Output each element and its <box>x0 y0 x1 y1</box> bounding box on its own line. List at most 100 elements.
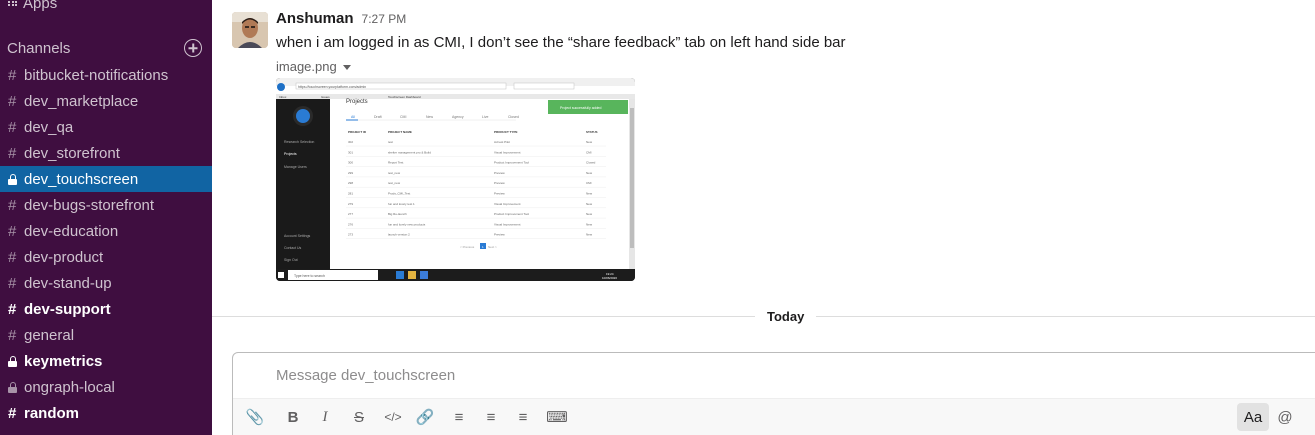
channel-name: keymetrics <box>24 352 103 370</box>
avatar[interactable] <box>232 12 268 48</box>
bold-icon[interactable]: B <box>279 403 307 431</box>
date-divider-label[interactable]: Today <box>755 306 817 327</box>
code-icon[interactable]: </> <box>379 403 407 431</box>
app-filter-tab: Draft <box>374 115 382 119</box>
app-table-cell: shelter management pro & Build <box>388 150 431 154</box>
avatar-image <box>232 12 268 48</box>
sidebar-item-random[interactable]: # random <box>0 400 212 426</box>
browser-tab-1: Inbox <box>279 95 287 99</box>
sidebar-item-dev_touchscreen[interactable]: dev_touchscreen <box>0 166 212 192</box>
channel-name: random <box>24 404 80 422</box>
app-table-column-header: PRODUCT TYPE <box>494 130 518 134</box>
add-channel-icon[interactable] <box>184 39 202 57</box>
mention-icon[interactable]: @ <box>1271 403 1299 431</box>
blockquote-icon[interactable]: ≡ <box>509 403 537 431</box>
hash-icon: # <box>8 92 17 110</box>
app-filter-tab: Live <box>482 115 488 119</box>
sidebar-item-keymetrics[interactable]: keymetrics <box>0 348 212 374</box>
lock-icon <box>8 355 24 367</box>
app-table-cell: Preview <box>494 233 506 237</box>
app-table-cell: Prods_CMI_Test <box>388 192 410 196</box>
sidebar-item-dev-stand-up[interactable]: # dev-stand-up <box>0 270 212 296</box>
channel-name: dev_storefront <box>24 144 120 162</box>
attachment-title[interactable]: image.png <box>276 59 1276 74</box>
sidebar-item-general[interactable]: # general <box>0 322 212 348</box>
windows-start-icon <box>278 272 284 278</box>
app-filter-tab: CMI <box>400 115 406 119</box>
sidebar-apps-link[interactable]: Apps <box>8 0 57 12</box>
browser-url: https://touchscreen.yourplatform.com/adm… <box>298 85 366 89</box>
channel-name: dev_marketplace <box>24 92 139 110</box>
app-table-cell: CMI <box>586 150 592 154</box>
sidebar-item-dev_qa[interactable]: # dev_qa <box>0 114 212 140</box>
apps-label: Apps <box>23 0 58 12</box>
browser-tab-3: Touchscreen Dashboard <box>388 95 421 99</box>
app-sidebar-item-1: Research Selection <box>284 140 314 144</box>
app-table-cell: New <box>586 192 593 196</box>
hash-icon: # <box>8 118 17 136</box>
app-table-cell: 276 <box>348 222 353 226</box>
italic-icon[interactable]: I <box>311 403 339 431</box>
hash-icon: # <box>8 144 17 162</box>
paperclip-icon[interactable]: 📎 <box>241 403 269 431</box>
app-table-cell: CMI <box>586 181 592 185</box>
attachment-image[interactable]: https://touchscreen.yourplatform.com/adm… <box>276 78 635 281</box>
hash-icon: # <box>8 66 17 84</box>
channel-name: ongraph-local <box>24 378 115 396</box>
lock-icon <box>8 381 24 393</box>
channel-name: dev_qa <box>24 118 74 136</box>
lock-icon <box>8 173 24 185</box>
channel-name: bitbucket-notifications <box>24 66 169 84</box>
app-toast: Project successfully added <box>560 106 601 110</box>
link-icon[interactable]: 🔗 <box>411 403 439 431</box>
channel-name: dev-support <box>24 300 111 318</box>
app-sidebar-bottom-3: Sign Out <box>284 258 298 262</box>
strikethrough-icon[interactable]: S <box>345 403 373 431</box>
message-author[interactable]: Anshuman <box>276 10 354 27</box>
app-pagination-prev: < Previous <box>460 245 475 249</box>
app-table-cell: 279 <box>348 202 353 206</box>
chevron-down-icon[interactable] <box>342 65 351 70</box>
explorer-icon <box>408 271 416 279</box>
app-table-cell: test_new <box>388 171 401 175</box>
message-timestamp[interactable]: 7:27 PM <box>362 12 407 26</box>
app-filter-tab: Agency <box>452 115 464 119</box>
channel-name: dev-product <box>24 248 104 266</box>
sidebar-item-dev_storefront[interactable]: # dev_storefront <box>0 140 212 166</box>
message-input[interactable] <box>276 367 1076 384</box>
sidebar-item-dev-education[interactable]: # dev-education <box>0 218 212 244</box>
taskbar-search: Type here to search <box>294 274 325 278</box>
sidebar-item-ongraph-local[interactable]: ongraph-local <box>0 374 212 400</box>
channel-list: # bitbucket-notifications # dev_marketplace… <box>0 62 212 426</box>
edge-icon <box>396 271 404 279</box>
sidebar-item-dev-support[interactable]: # dev-support <box>0 296 212 322</box>
channel-name: dev-education <box>24 222 119 240</box>
app-sidebar-item-3: Manage Users <box>284 165 307 169</box>
app-sidebar-bottom-1: Account Settings <box>284 234 311 238</box>
sidebar-item-dev-bugs-storefront[interactable]: # dev-bugs-storefront <box>0 192 212 218</box>
app-table-cell: Preview <box>494 171 506 175</box>
channels-title: Channels <box>7 39 71 57</box>
app-table-cell: Visual Improvement <box>494 202 521 206</box>
sidebar-item-dev-product[interactable]: # dev-product <box>0 244 212 270</box>
apps-grid-icon <box>8 0 17 7</box>
ordered-list-icon[interactable]: ≡ <box>445 403 473 431</box>
app-table-cell: New <box>586 212 593 216</box>
app-table-column-header: PROJECT ID <box>348 130 367 134</box>
app-table-cell: New <box>586 171 593 175</box>
formatting-toggle-icon[interactable]: Aa <box>1237 403 1269 431</box>
sidebar-item-bitbucket-notifications[interactable]: # bitbucket-notifications <box>0 62 212 88</box>
app-table-cell: Big Re-launch <box>388 212 407 216</box>
channels-header[interactable]: Channels <box>7 38 202 58</box>
app-table-cell: 277 <box>348 212 353 216</box>
sidebar-item-dev_marketplace[interactable]: # dev_marketplace <box>0 88 212 114</box>
code-block-icon[interactable]: ⌨ <box>543 403 571 431</box>
slack-window: Apps Channels # bitbucket-notifications # d… <box>0 0 1315 435</box>
hash-icon: # <box>8 300 17 318</box>
app-table-cell: Product Improvement Tool <box>494 161 529 165</box>
taskbar-date: 10/06/2020 <box>602 276 617 280</box>
app-sidebar-bottom-2: Contact Us <box>284 246 302 250</box>
app-table-cell: Closed <box>586 161 596 165</box>
bulleted-list-icon[interactable]: ≡ <box>477 403 505 431</box>
app-filter-tab: All <box>351 115 355 119</box>
